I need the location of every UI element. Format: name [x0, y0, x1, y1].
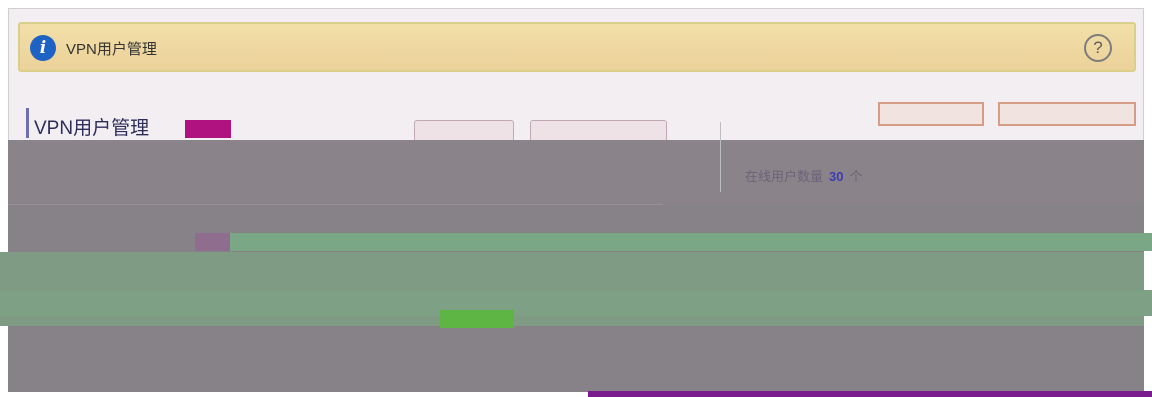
bottom-progress-bar [588, 391, 1152, 397]
online-count: 30 [829, 169, 844, 184]
online-label-prefix: 在线用户数量 [745, 169, 824, 184]
status-badge [440, 310, 514, 328]
action-button-2[interactable] [998, 102, 1136, 126]
online-label-suffix: 个 [849, 169, 863, 184]
section-accent [26, 108, 29, 138]
table-header-marker [195, 233, 230, 251]
info-icon: i [30, 35, 56, 61]
info-bar-title: VPN用户管理 [66, 41, 157, 58]
section-title: VPN用户管理 [34, 118, 150, 139]
table-header [230, 233, 1152, 251]
panel-top-band [8, 140, 1144, 204]
info-bar: i VPN用户管理 ? [18, 22, 1136, 72]
question-circle-icon[interactable]: ? [1084, 34, 1112, 62]
section-title-highlight [185, 120, 231, 138]
online-user-count: 在线用户数量 30 个 [745, 166, 863, 185]
divider-line [8, 204, 663, 205]
table-row-strip [0, 290, 1152, 316]
vertical-separator [720, 122, 721, 192]
action-button-1[interactable] [878, 102, 984, 126]
